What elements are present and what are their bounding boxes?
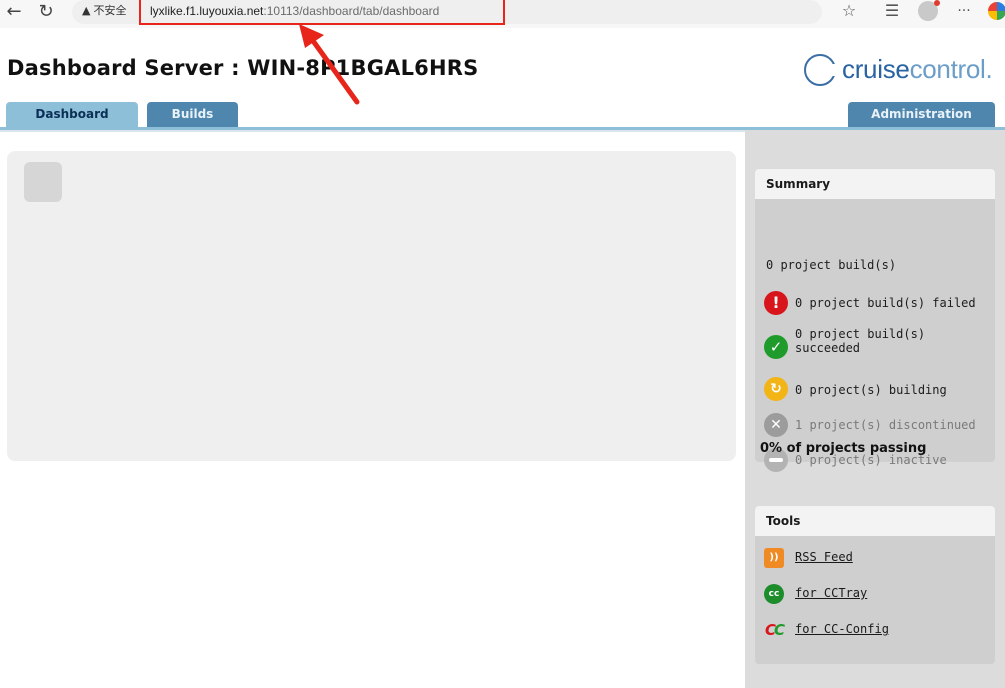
tab-builds[interactable]: Builds xyxy=(147,102,238,127)
summary-heading: Summary xyxy=(755,169,995,199)
tab-administration[interactable]: Administration xyxy=(848,102,995,127)
more-menu-icon[interactable]: ··· xyxy=(953,0,975,24)
page-title: Dashboard Server : WIN-8P1BGAL6HRS xyxy=(7,56,479,80)
browser-toolbar: ← ↻ ▲ 不安全 lyxlike.f1.luyouxia.net:10113/d… xyxy=(0,0,1005,28)
failed-status-icon: ! xyxy=(764,291,788,315)
cctray-icon: cc xyxy=(764,584,784,604)
logo-text-control: control xyxy=(909,54,986,84)
summary-total: 0 project build(s) xyxy=(766,258,897,272)
tools-heading: Tools xyxy=(755,506,995,536)
logo-mark-icon xyxy=(804,54,838,86)
security-label: 不安全 xyxy=(93,4,127,17)
security-indicator[interactable]: ▲ 不安全 xyxy=(82,4,126,18)
cctray-link[interactable]: for CCTray xyxy=(795,586,867,600)
sidebar: Summary 0 project build(s) ! 0 project b… xyxy=(745,130,1005,688)
summary-passing: 0% of projects passing xyxy=(760,441,927,456)
reload-icon[interactable]: ↻ xyxy=(35,1,57,23)
warning-icon: ▲ xyxy=(82,4,91,17)
logo-text-dot: . xyxy=(985,54,993,84)
url-highlight-box xyxy=(139,0,505,25)
cc-config-icon: CC xyxy=(764,621,785,639)
discontinued-status-icon: ✕ xyxy=(764,413,788,437)
summary-succeeded-line1: 0 project build(s) xyxy=(795,327,926,341)
rss-feed-link[interactable]: RSS Feed xyxy=(795,550,853,564)
cc-config-link[interactable]: for CC-Config xyxy=(795,622,889,636)
star-icon[interactable]: ☆ xyxy=(838,0,860,24)
summary-failed: 0 project build(s) failed xyxy=(795,296,976,310)
logo-text-cruise: cruise xyxy=(842,54,910,84)
tab-dashboard[interactable]: Dashboard xyxy=(6,102,138,127)
favorites-icon[interactable]: ☰ xyxy=(880,0,904,24)
logo-text: cruisecontrol. xyxy=(842,54,993,85)
summary-discontinued: 1 project(s) discontinued xyxy=(795,418,976,432)
building-status-icon: ↻ xyxy=(764,377,788,401)
success-check-icon: ✓ xyxy=(764,335,788,359)
tools-box: Tools )) RSS Feed cc for CCTray CC for C… xyxy=(755,506,995,664)
summary-succeeded-line2: succeeded xyxy=(795,341,861,355)
profile-avatar[interactable] xyxy=(918,0,940,21)
summary-box: Summary 0 project build(s) ! 0 project b… xyxy=(755,169,995,472)
back-arrow-icon[interactable]: ← xyxy=(3,1,25,23)
rss-icon: )) xyxy=(764,548,784,568)
summary-building: 0 project(s) building xyxy=(795,383,947,397)
project-placeholder-tile[interactable] xyxy=(24,162,62,202)
main-content-panel xyxy=(7,151,736,461)
edge-copilot-icon[interactable] xyxy=(988,2,1005,20)
